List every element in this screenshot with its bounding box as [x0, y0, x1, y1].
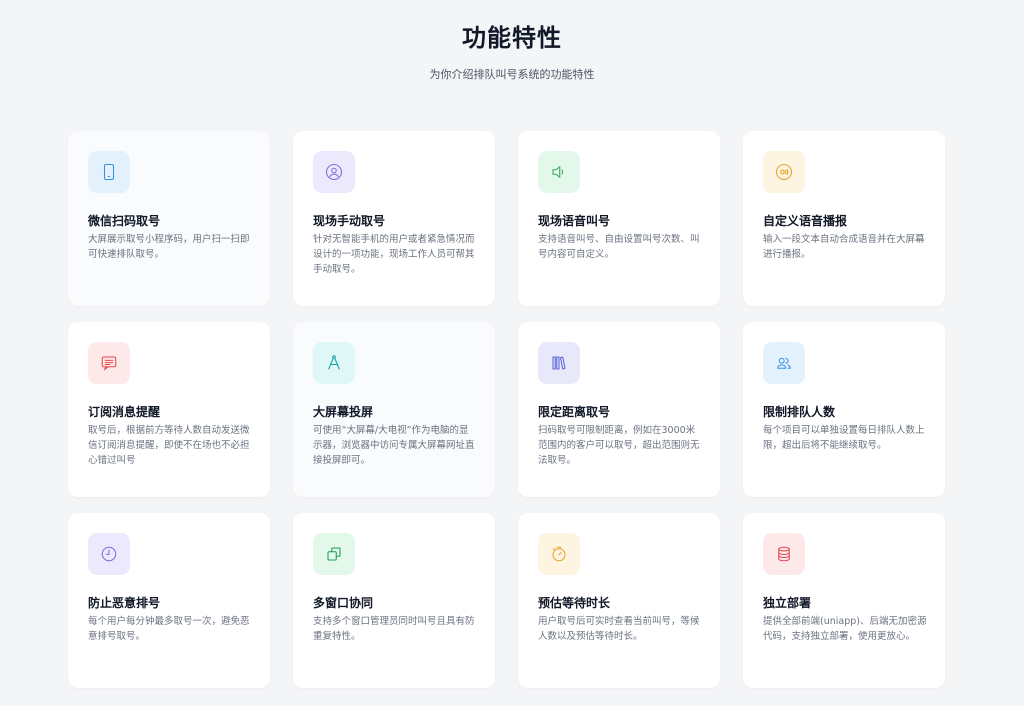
feature-title: 防止恶意排号 — [88, 596, 161, 610]
feature-description: 取号后，根据前方等待人数自动发送微信订阅消息提醒，即使不在场也不必担心错过叫号 — [88, 425, 250, 466]
feature-title: 订阅消息提醒 — [88, 405, 161, 419]
icon-box — [313, 342, 355, 384]
database-icon — [775, 545, 793, 563]
feature-title: 预估等待时长 — [538, 596, 611, 610]
icon-box — [538, 533, 580, 575]
icon-box — [763, 533, 805, 575]
feature-description: 大屏展示取号小程序码，用户扫一扫即可快速排队取号。 — [88, 234, 250, 260]
icon-box — [313, 533, 355, 575]
feature-title: 大屏幕投屏 — [313, 405, 374, 419]
feature-description: 用户取号后可实时查看当前叫号，等候人数以及预估等待时长。 — [538, 616, 700, 642]
icon-box — [313, 151, 355, 193]
feature-card[interactable]: 自定义语音播报输入一段文本自动合成语音并在大屏幕进行播报。 — [743, 131, 945, 306]
feature-title: 微信扫码取号 — [88, 214, 161, 228]
feature-title: 独立部署 — [763, 596, 812, 610]
feature-title: 限制排队人数 — [763, 405, 836, 419]
icon-box — [763, 342, 805, 384]
clock-icon — [100, 545, 118, 563]
feature-card[interactable]: 限定距离取号扫码取号可限制距离，例如在3000米范围内的客户可以取号，超出范围则… — [518, 322, 720, 497]
feature-description: 支持多个窗口管理员同时叫号且具有防重复特性。 — [313, 616, 475, 642]
feature-card[interactable]: 独立部署提供全部前端(uniapp)、后端无加密源代码，支持独立部署，使用更放心… — [743, 513, 945, 688]
feature-description: 提供全部前端(uniapp)、后端无加密源代码，支持独立部署，使用更放心。 — [763, 616, 927, 642]
feature-grid: 微信扫码取号大屏展示取号小程序码，用户扫一扫即可快速排队取号。 现场手动取号针对… — [68, 131, 945, 688]
feature-card[interactable]: 现场语音叫号支持语音叫号、自由设置叫号次数、叫号内容可自定义。 — [518, 131, 720, 306]
icon-box — [763, 151, 805, 193]
compass-icon — [325, 354, 343, 372]
feature-card[interactable]: 大屏幕投屏可使用“大屏幕/大电视”作为电脑的显示器，浏览器中访问专属大屏幕网址直… — [293, 322, 495, 497]
icon-box — [538, 151, 580, 193]
library-icon — [550, 354, 568, 372]
page-title: 功能特性 — [462, 24, 562, 52]
phone-icon — [100, 163, 118, 181]
speaker-icon — [550, 163, 568, 181]
feature-description: 输入一段文本自动合成语音并在大屏幕进行播报。 — [763, 234, 925, 260]
users-icon — [775, 354, 793, 372]
icon-box — [88, 533, 130, 575]
feature-title: 现场手动取号 — [313, 214, 386, 228]
broadcast-icon — [775, 163, 793, 181]
feature-description: 每个用户每分钟最多取号一次，避免恶意排号取号。 — [88, 616, 250, 642]
feature-card[interactable]: 订阅消息提醒取号后，根据前方等待人数自动发送微信订阅消息提醒，即使不在场也不必担… — [68, 322, 270, 497]
feature-card[interactable]: 限制排队人数每个项目可以单独设置每日排队人数上限，超出后将不能继续取号。 — [743, 322, 945, 497]
feature-card[interactable]: 现场手动取号针对无智能手机的用户或者紧急情况而设计的一项功能，现场工作人员可帮其… — [293, 131, 495, 306]
icon-box — [88, 151, 130, 193]
feature-description: 扫码取号可限制距离，例如在3000米范围内的客户可以取号，超出范围则无法取号。 — [538, 425, 700, 466]
feature-description: 可使用“大屏幕/大电视”作为电脑的显示器，浏览器中访问专属大屏幕网址直接投屏即可… — [313, 425, 475, 466]
feature-title: 现场语音叫号 — [538, 214, 611, 228]
feature-title: 限定距离取号 — [538, 405, 611, 419]
feature-description: 针对无智能手机的用户或者紧急情况而设计的一项功能，现场工作人员可帮其手动取号。 — [313, 234, 475, 275]
feature-card[interactable]: 防止恶意排号每个用户每分钟最多取号一次，避免恶意排号取号。 — [68, 513, 270, 688]
icon-box — [88, 342, 130, 384]
user-circle-icon — [325, 163, 343, 181]
feature-card[interactable]: 预估等待时长用户取号后可实时查看当前叫号，等候人数以及预估等待时长。 — [518, 513, 720, 688]
feature-description: 支持语音叫号、自由设置叫号次数、叫号内容可自定义。 — [538, 234, 700, 260]
windows-icon — [325, 545, 343, 563]
icon-box — [538, 342, 580, 384]
feature-description: 每个项目可以单独设置每日排队人数上限，超出后将不能继续取号。 — [763, 425, 925, 451]
feature-card[interactable]: 微信扫码取号大屏展示取号小程序码，用户扫一扫即可快速排队取号。 — [68, 131, 270, 306]
page-subtitle: 为你介绍排队叫号系统的功能特性 — [429, 68, 595, 81]
feature-card[interactable]: 多窗口协同支持多个窗口管理员同时叫号且具有防重复特性。 — [293, 513, 495, 688]
timer-icon — [550, 545, 568, 563]
message-icon — [100, 354, 118, 372]
feature-title: 自定义语音播报 — [763, 214, 848, 228]
feature-title: 多窗口协同 — [313, 596, 374, 610]
